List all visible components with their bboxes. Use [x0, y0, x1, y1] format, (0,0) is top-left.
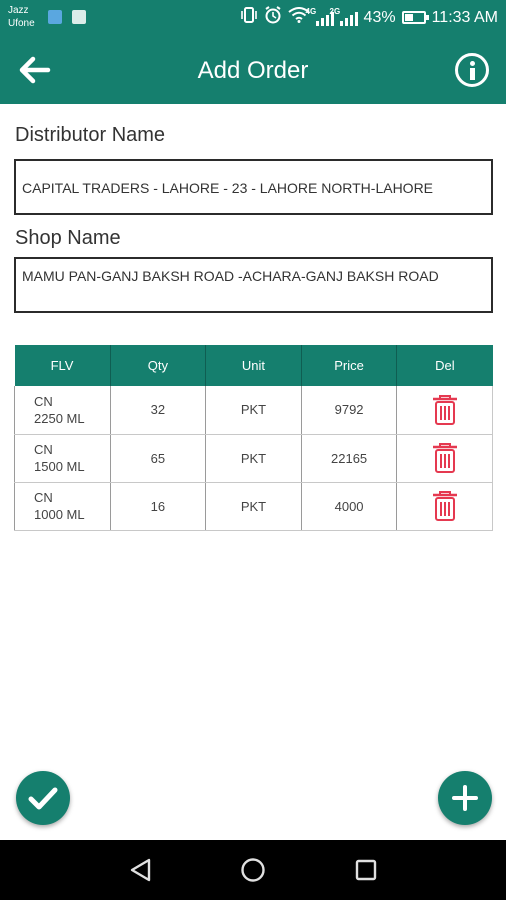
system-nav-bar	[0, 840, 506, 900]
header-unit: Unit	[205, 345, 302, 386]
carrier-1: Jazz	[8, 5, 29, 16]
shop-name-label: Shop Name	[15, 227, 121, 249]
order-table: FLV Qty Unit Price Del CN 2250 ML 32 PKT …	[14, 345, 493, 531]
square-recents-icon	[355, 859, 377, 881]
delete-button[interactable]	[431, 490, 459, 522]
delete-button[interactable]	[431, 394, 459, 426]
nav-back-button[interactable]	[128, 857, 154, 883]
triangle-back-icon	[130, 858, 151, 882]
app-bar: Add Order	[0, 36, 506, 104]
price-cell: 4000	[301, 482, 398, 531]
network-type-2: 2G	[329, 6, 341, 16]
header-flv: FLV	[14, 345, 111, 386]
flv-cell: CN 2250 ML	[14, 386, 111, 435]
qty-cell: 16	[110, 482, 207, 531]
trash-icon	[432, 491, 457, 521]
table-header-row: FLV Qty Unit Price Del	[14, 345, 493, 386]
battery-icon	[401, 11, 429, 24]
battery-percent: 43%	[363, 8, 396, 26]
unit-cell: PKT	[205, 482, 302, 531]
check-icon	[28, 787, 58, 810]
confirm-order-button[interactable]	[16, 771, 70, 825]
flv-cell: CN 1000 ML	[14, 482, 111, 531]
shop-name-field[interactable]: MAMU PAN-GANJ BAKSH ROAD -ACHARA-GANJ BA…	[14, 257, 493, 313]
plus-icon	[452, 785, 478, 811]
del-cell	[396, 482, 493, 531]
price-cell: 9792	[301, 386, 398, 435]
notification-image-icon	[72, 10, 86, 24]
distributor-name-field[interactable]: CAPITAL TRADERS - LAHORE - 23 - LAHORE N…	[14, 159, 493, 215]
unit-cell: PKT	[205, 434, 302, 483]
header-qty: Qty	[110, 345, 207, 386]
vibrate-icon	[240, 7, 258, 28]
del-cell	[396, 434, 493, 483]
header-del: Del	[396, 345, 493, 386]
flv-cell: CN 1500 ML	[14, 434, 111, 483]
status-bar: Jazz Ufone 4G 2G 43% 11:33 AM	[0, 0, 506, 36]
notification-app-icon	[48, 10, 62, 24]
header-price: Price	[301, 345, 398, 386]
battery-fill	[404, 14, 414, 21]
screen: Jazz Ufone 4G 2G 43% 11:33 AM Add Order …	[0, 0, 506, 900]
alarm-icon	[264, 6, 282, 29]
qty-cell: 65	[110, 434, 207, 483]
price-cell: 22165	[301, 434, 398, 483]
distributor-name-label: Distributor Name	[15, 124, 166, 146]
signal-icon-2: 2G	[330, 7, 358, 26]
table-row[interactable]: CN 2250 ML 32 PKT 9792	[14, 386, 493, 435]
trash-icon	[432, 394, 457, 425]
status-icons: 4G 2G 43% 11:33 AM	[240, 6, 498, 29]
qty-cell: 32	[110, 386, 207, 435]
nav-recents-button[interactable]	[353, 857, 379, 883]
network-type-1: 4G	[305, 6, 317, 16]
carrier-2: Ufone	[8, 18, 35, 29]
info-button[interactable]	[455, 53, 489, 87]
delete-button[interactable]	[431, 442, 459, 474]
trash-icon	[432, 443, 457, 473]
page-title: Add Order	[197, 57, 309, 84]
del-cell	[396, 386, 493, 435]
carriers: Jazz Ufone	[8, 4, 35, 30]
unit-cell: PKT	[205, 386, 302, 435]
info-icon	[470, 61, 475, 66]
table-row[interactable]: CN 1000 ML 16 PKT 4000	[14, 482, 493, 531]
clock: 11:33 AM	[431, 8, 498, 26]
add-item-button[interactable]	[438, 771, 492, 825]
nav-home-button[interactable]	[240, 857, 266, 883]
circle-home-icon	[241, 858, 265, 882]
table-row[interactable]: CN 1500 ML 65 PKT 22165	[14, 434, 493, 483]
